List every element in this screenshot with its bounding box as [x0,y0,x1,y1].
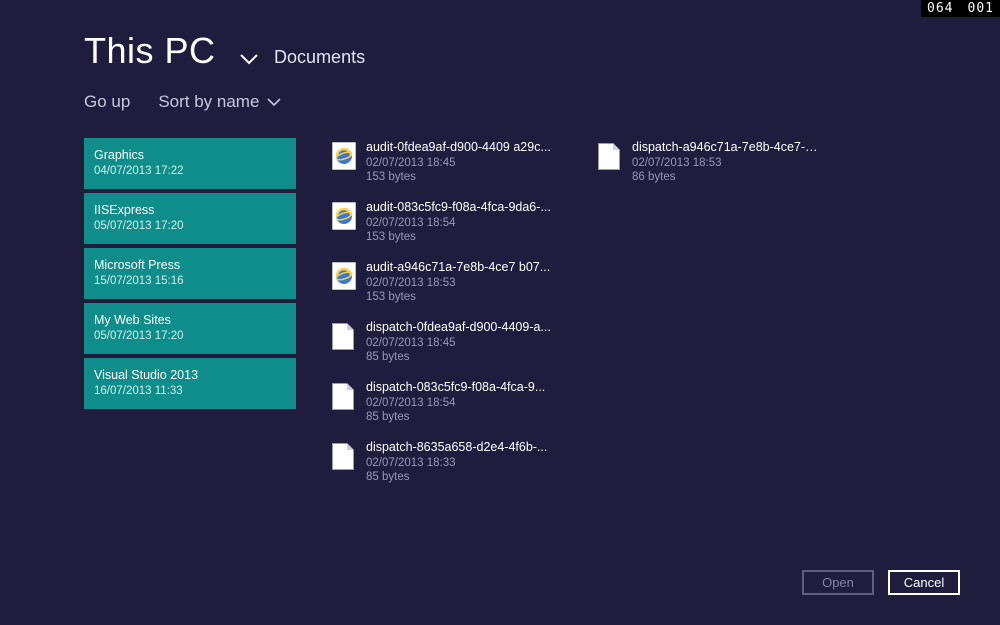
file-name: dispatch-083c5fc9-f08a-4fca-9... [366,380,545,396]
file-name: dispatch-0fdea9af-d900-4409-a... [366,320,551,336]
file-info: dispatch-a946c71a-7e8b-4ce7-b...02/07/20… [632,140,822,184]
file-item[interactable]: dispatch-a946c71a-7e8b-4ce7-b...02/07/20… [598,138,828,194]
file-date: 02/07/2013 18:54 [366,216,551,230]
folder-name: Visual Studio 2013 [94,368,286,383]
file-item[interactable]: audit-083c5fc9-f08a-4fca-9da6-...02/07/2… [332,198,562,254]
folder-item[interactable]: Graphics 04/07/2013 17:22 [84,138,296,189]
chevron-down-icon [267,92,281,112]
file-name: audit-a946c71a-7e8b-4ce7 b07... [366,260,550,276]
file-item[interactable]: audit-a946c71a-7e8b-4ce7 b07...02/07/201… [332,258,562,314]
folder-name: IISExpress [94,203,286,218]
ie-file-icon [332,262,356,290]
file-info: audit-083c5fc9-f08a-4fca-9da6-...02/07/2… [366,200,551,244]
sort-label: Sort by name [158,92,259,112]
toolbar: Go up Sort by name [84,92,281,112]
file-info: dispatch-8635a658-d2e4-4f6b-...02/07/201… [366,440,547,484]
file-name: audit-083c5fc9-f08a-4fca-9da6-... [366,200,551,216]
debug-a: 064 [927,1,953,16]
file-size: 153 bytes [366,290,550,304]
file-column-1: audit-0fdea9af-d900-4409 a29c...02/07/20… [332,138,562,555]
file-info: audit-a946c71a-7e8b-4ce7 b07...02/07/201… [366,260,550,304]
file-item[interactable]: dispatch-083c5fc9-f08a-4fca-9...02/07/20… [332,378,562,434]
file-size: 153 bytes [366,170,551,184]
file-item[interactable]: audit-0fdea9af-d900-4409 a29c...02/07/20… [332,138,562,194]
file-date: 02/07/2013 18:45 [366,336,551,350]
file-size: 85 bytes [366,350,551,364]
folder-date: 16/07/2013 11:33 [94,385,286,397]
folder-date: 05/07/2013 17:20 [94,220,286,232]
folder-name: My Web Sites [94,313,286,328]
folder-item[interactable]: Visual Studio 2013 16/07/2013 11:33 [84,358,296,409]
debug-b: 001 [968,1,994,16]
folder-date: 04/07/2013 17:22 [94,165,286,177]
file-date: 02/07/2013 18:53 [366,276,550,290]
file-date: 02/07/2013 18:45 [366,156,551,170]
file-info: dispatch-083c5fc9-f08a-4fca-9...02/07/20… [366,380,545,424]
folder-item[interactable]: My Web Sites 05/07/2013 17:20 [84,303,296,354]
location-text: This PC [84,30,216,71]
file-name: audit-0fdea9af-d900-4409 a29c... [366,140,551,156]
file-size: 86 bytes [632,170,822,184]
location-title[interactable]: This PC [84,30,268,72]
file-columns: Graphics 04/07/2013 17:22 IISExpress 05/07/… [84,138,960,555]
file-date: 02/07/2013 18:54 [366,396,545,410]
file-date: 02/07/2013 18:33 [366,456,547,470]
folder-date: 15/07/2013 15:16 [94,275,286,287]
file-size: 153 bytes [366,230,551,244]
folder-name: Microsoft Press [94,258,286,273]
go-up-link[interactable]: Go up [84,92,130,112]
breadcrumb-current: Documents [274,47,365,72]
ie-file-icon [332,142,356,170]
document-file-icon [598,142,622,170]
open-button[interactable]: Open [802,570,874,595]
chevron-down-icon[interactable] [240,54,258,65]
ie-file-icon [332,202,356,230]
file-item[interactable]: dispatch-8635a658-d2e4-4f6b-...02/07/201… [332,438,562,494]
folder-name: Graphics [94,148,286,163]
file-item[interactable]: dispatch-0fdea9af-d900-4409-a...02/07/20… [332,318,562,374]
folder-date: 05/07/2013 17:20 [94,330,286,342]
file-name: dispatch-a946c71a-7e8b-4ce7-b... [632,140,822,156]
location-header: This PC Documents [84,30,365,72]
file-info: audit-0fdea9af-d900-4409 a29c...02/07/20… [366,140,551,184]
dialog-buttons: Open Cancel [802,570,960,595]
file-size: 85 bytes [366,470,547,484]
folder-column: Graphics 04/07/2013 17:22 IISExpress 05/07/… [84,138,296,555]
file-date: 02/07/2013 18:53 [632,156,822,170]
sort-button[interactable]: Sort by name [158,92,281,112]
folder-item[interactable]: Microsoft Press 15/07/2013 15:16 [84,248,296,299]
document-file-icon [332,322,356,350]
file-size: 85 bytes [366,410,545,424]
file-name: dispatch-8635a658-d2e4-4f6b-... [366,440,547,456]
cancel-button[interactable]: Cancel [888,570,960,595]
folder-item[interactable]: IISExpress 05/07/2013 17:20 [84,193,296,244]
file-info: dispatch-0fdea9af-d900-4409-a...02/07/20… [366,320,551,364]
document-file-icon [332,442,356,470]
debug-overlay: 064 001 [921,0,1000,17]
file-column-2: dispatch-a946c71a-7e8b-4ce7-b...02/07/20… [598,138,828,555]
document-file-icon [332,382,356,410]
